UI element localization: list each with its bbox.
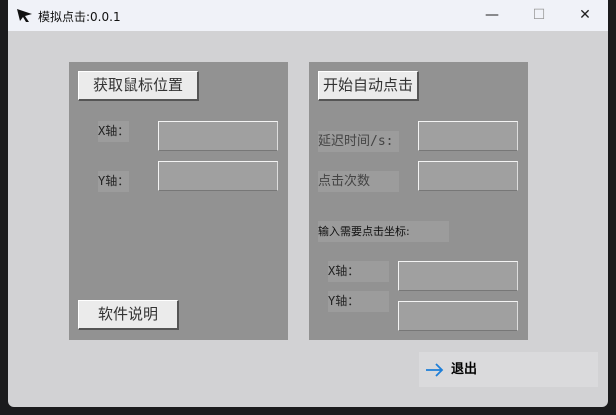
maximize-button[interactable]: ☐ (516, 0, 562, 31)
arrow-right-icon (426, 363, 444, 377)
title-bar: 模拟点击:0.0.1 — ☐ ✕ (8, 0, 608, 31)
right-panel: 开始自动点击 延迟时间/s: 点击次数 输入需要点击坐标: X轴： Y轴： (309, 62, 528, 340)
start-auto-click-button[interactable]: 开始自动点击 (318, 71, 419, 101)
target-y-input[interactable] (398, 301, 518, 331)
cursor-icon (17, 9, 32, 22)
y-axis-input[interactable] (158, 161, 278, 191)
target-x-label: X轴： (328, 261, 389, 282)
help-button[interactable]: 软件说明 (78, 300, 179, 330)
delay-input[interactable] (418, 121, 518, 151)
delay-label: 延迟时间/s: (318, 131, 399, 152)
window-title: 模拟点击:0.0.1 (38, 10, 121, 24)
app-window: 模拟点击:0.0.1 — ☐ ✕ 获取鼠标位置 X轴： Y轴： 软件说明 开始自… (8, 0, 608, 407)
y-axis-label: Y轴： (98, 171, 129, 192)
target-y-label: Y轴： (328, 291, 389, 312)
coord-prompt-label: 输入需要点击坐标: (318, 221, 449, 242)
click-count-input[interactable] (418, 161, 518, 191)
target-x-input[interactable] (398, 261, 518, 291)
exit-button[interactable]: 退出 (419, 352, 598, 387)
get-mouse-position-button[interactable]: 获取鼠标位置 (78, 71, 199, 101)
exit-label: 退出 (451, 362, 478, 377)
close-button[interactable]: ✕ (562, 0, 608, 31)
minimize-button[interactable]: — (469, 0, 515, 31)
left-panel: 获取鼠标位置 X轴： Y轴： 软件说明 (69, 62, 288, 340)
x-axis-input[interactable] (158, 121, 278, 151)
click-count-label: 点击次数 (318, 171, 399, 192)
x-axis-label: X轴： (98, 121, 129, 142)
